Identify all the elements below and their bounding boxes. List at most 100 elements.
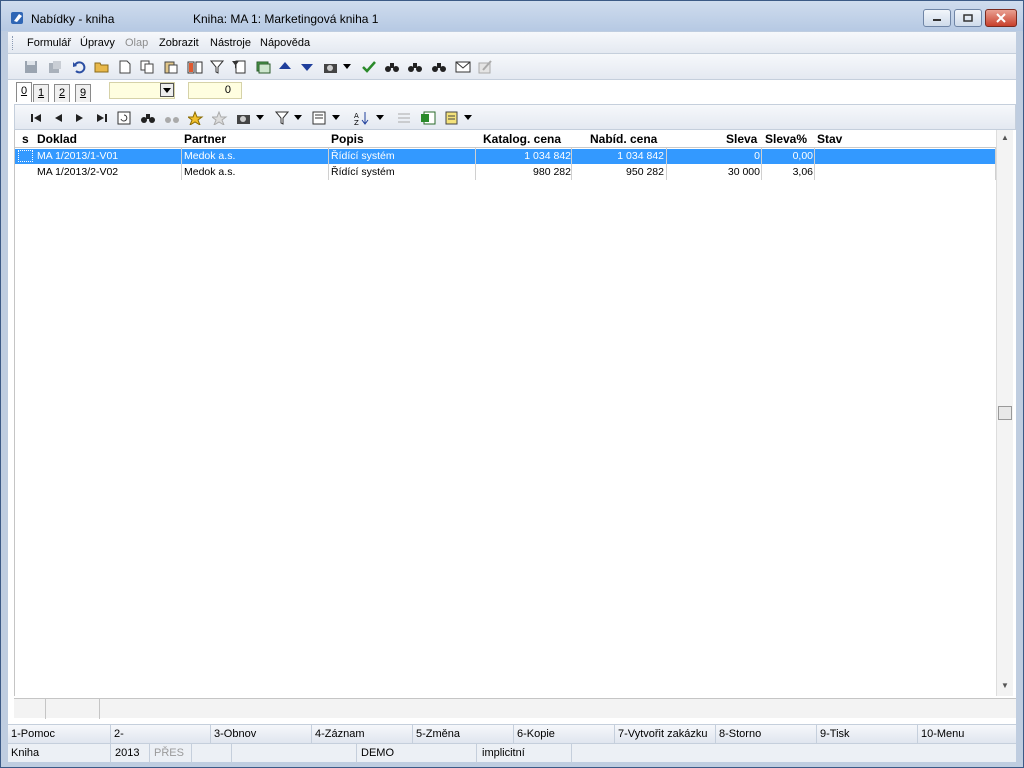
open-folder-icon[interactable]	[93, 58, 111, 76]
fkey-5[interactable]: 5-Změna	[416, 728, 460, 740]
chevron-down-icon[interactable]	[342, 58, 352, 76]
column-header-sleva-pct[interactable]: Sleva%	[765, 132, 807, 146]
first-record-icon[interactable]	[27, 109, 45, 127]
minimize-button[interactable]	[923, 9, 951, 27]
fkey-6[interactable]: 6-Kopie	[517, 728, 555, 740]
tab-2[interactable]: 2	[54, 84, 70, 102]
table-row[interactable]: MA 1/2013/2-V02 Medok a.s. Řídící systém…	[15, 165, 997, 180]
scroll-thumb[interactable]	[998, 406, 1012, 420]
chevron-down-icon[interactable]	[463, 109, 473, 127]
report-icon[interactable]	[443, 109, 461, 127]
columns-icon[interactable]	[311, 109, 329, 127]
binoculars-previous-icon[interactable]	[430, 58, 448, 76]
column-header-sleva[interactable]: Sleva	[726, 132, 757, 146]
menu-napoveda[interactable]: Nápověda	[260, 37, 310, 49]
mail-icon[interactable]	[454, 58, 472, 76]
grid-header: s Doklad Partner Popis Katalog. cena Nab…	[15, 130, 997, 148]
fkey-1[interactable]: 1-Pomoc	[11, 728, 55, 740]
svg-text:Z: Z	[354, 119, 359, 125]
scroll-down-icon[interactable]: ▼	[1001, 681, 1009, 690]
edit-disabled-icon[interactable]	[476, 58, 494, 76]
status-divider	[231, 744, 232, 763]
new-document-icon[interactable]	[116, 58, 134, 76]
cell-sleva-pct: 3,06	[792, 166, 813, 178]
add-favorite-icon[interactable]	[187, 109, 205, 127]
fkey-8[interactable]: 8-Storno	[719, 728, 761, 740]
fkey-7[interactable]: 7-Vytvořit zakázku	[618, 728, 707, 740]
search-binoculars-icon[interactable]	[139, 109, 157, 127]
save-as-icon[interactable]	[46, 58, 64, 76]
binoculars-icon[interactable]	[383, 58, 401, 76]
fkey-divider	[412, 725, 413, 744]
status-overwrite-mode: PŘES	[154, 747, 184, 759]
combo-dropdown-button[interactable]	[160, 83, 174, 97]
search-disabled-icon[interactable]	[163, 109, 181, 127]
row-selector[interactable]	[18, 150, 33, 162]
chevron-down-icon[interactable]	[375, 109, 385, 127]
tab-9[interactable]: 9	[75, 84, 91, 102]
column-header-popis[interactable]: Popis	[331, 132, 364, 146]
column-header-katalog-cena[interactable]: Katalog. cena	[483, 132, 561, 146]
tab-1[interactable]: 1	[33, 84, 49, 102]
offers-grid[interactable]: s Doklad Partner Popis Katalog. cena Nab…	[14, 130, 997, 696]
menu-upravy[interactable]: Úpravy	[80, 37, 115, 49]
cell-doklad: MA 1/2013/1-V01	[37, 150, 119, 162]
stack-icon[interactable]	[254, 58, 272, 76]
chevron-down-icon[interactable]	[331, 109, 341, 127]
copy-document-icon[interactable]	[138, 58, 156, 76]
favorite-disabled-icon[interactable]	[211, 109, 229, 127]
camera-icon[interactable]	[322, 58, 340, 76]
column-header-partner[interactable]: Partner	[184, 132, 226, 146]
camera-icon[interactable]	[235, 109, 253, 127]
table-row[interactable]: MA 1/2013/1-V01 Medok a.s. Řídící systém…	[15, 149, 997, 164]
save-icon[interactable]	[22, 58, 40, 76]
filter-document-icon[interactable]	[230, 58, 248, 76]
vertical-scrollbar[interactable]: ▲ ▼	[996, 130, 1013, 696]
column-header-nabid-cena[interactable]: Nabíd. cena	[590, 132, 657, 146]
fkey-4[interactable]: 4-Záznam	[315, 728, 365, 740]
column-divider	[181, 148, 182, 180]
scroll-up-icon[interactable]: ▲	[1001, 133, 1009, 142]
column-header-s[interactable]: s	[22, 132, 29, 146]
close-button[interactable]	[985, 9, 1017, 27]
fkey-3[interactable]: 3-Obnov	[214, 728, 256, 740]
chevron-down-icon[interactable]	[255, 109, 265, 127]
filter-icon[interactable]	[208, 58, 226, 76]
column-divider	[761, 148, 762, 180]
chevron-down-icon[interactable]	[293, 109, 303, 127]
book-icon[interactable]	[186, 58, 204, 76]
next-record-icon[interactable]	[71, 109, 89, 127]
paste-document-icon[interactable]	[162, 58, 180, 76]
menu-nastroje[interactable]: Nástroje	[210, 37, 251, 49]
cell-katalog-cena: 1 034 842	[524, 150, 571, 162]
sort-icon[interactable]: AZ	[353, 109, 371, 127]
column-header-doklad[interactable]: Doklad	[37, 132, 77, 146]
fkey-9[interactable]: 9-Tisk	[820, 728, 850, 740]
arrow-up-icon[interactable]	[276, 58, 294, 76]
fkey-10[interactable]: 10-Menu	[921, 728, 964, 740]
column-header-stav[interactable]: Stav	[817, 132, 842, 146]
fkey-2[interactable]: 2-	[114, 728, 124, 740]
list-disabled-icon[interactable]	[395, 109, 413, 127]
status-divider	[476, 744, 477, 763]
binoculars-next-icon[interactable]	[406, 58, 424, 76]
filter-icon[interactable]	[273, 109, 291, 127]
last-record-icon[interactable]	[93, 109, 111, 127]
arrow-down-icon[interactable]	[298, 58, 316, 76]
previous-record-icon[interactable]	[49, 109, 67, 127]
excel-export-icon[interactable]	[419, 109, 437, 127]
tab-0[interactable]: 0	[16, 82, 32, 102]
maximize-button[interactable]	[954, 9, 982, 27]
app-icon	[10, 10, 26, 26]
menu-olap[interactable]: Olap	[125, 37, 148, 49]
checkmark-icon[interactable]	[360, 58, 378, 76]
fkey-divider	[311, 725, 312, 744]
fkey-divider	[917, 725, 918, 744]
refresh-icon[interactable]	[115, 109, 133, 127]
fkey-divider	[513, 725, 514, 744]
undo-icon[interactable]	[70, 58, 88, 76]
status-divider	[110, 744, 111, 763]
menu-zobrazit[interactable]: Zobrazit	[159, 37, 199, 49]
toolbar-grip	[12, 36, 15, 50]
menu-formular[interactable]: Formulář	[27, 37, 71, 49]
